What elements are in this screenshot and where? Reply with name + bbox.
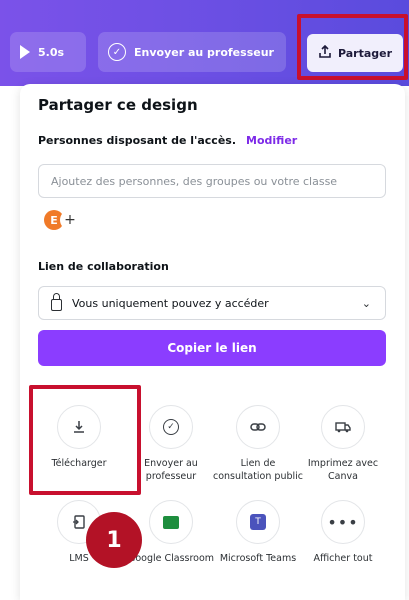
truck-icon xyxy=(321,405,365,449)
send-to-teacher-button[interactable]: ✓ Envoyer au professeur xyxy=(98,32,286,72)
option-label: Afficher tout xyxy=(313,553,373,564)
share-label: Partager xyxy=(337,46,393,60)
share-button[interactable]: Partager xyxy=(307,34,403,72)
google-classroom-icon xyxy=(149,500,193,544)
add-people-placeholder: Ajoutez des personnes, des groupes ou vo… xyxy=(51,174,338,188)
download-highlight-box xyxy=(29,385,141,495)
play-icon xyxy=(20,45,30,59)
option-show-all[interactable]: ••• Afficher tout xyxy=(297,500,389,565)
editor-toolbar: 5.0s ✓ Envoyer au professeur Partager xyxy=(0,0,409,86)
check-circle-icon: ✓ xyxy=(108,43,126,61)
share-highlight-box: Partager xyxy=(297,14,408,80)
lock-icon xyxy=(51,292,62,311)
collab-access-select[interactable]: Vous uniquement pouvez y accéder ⌄ xyxy=(38,286,386,320)
copy-link-button[interactable]: Copier le lien xyxy=(38,330,386,366)
add-person-button[interactable]: + xyxy=(60,210,80,230)
option-public-link[interactable]: Lien de consultation public xyxy=(212,405,304,483)
link-icon xyxy=(236,405,280,449)
option-print[interactable]: Imprimez avec Canva xyxy=(297,405,389,483)
add-people-input[interactable]: Ajoutez des personnes, des groupes ou vo… xyxy=(38,164,386,198)
option-label: Google Classroom xyxy=(127,553,215,564)
play-duration: 5.0s xyxy=(38,45,65,59)
play-button[interactable]: 5.0s xyxy=(10,32,86,72)
copy-link-label: Copier le lien xyxy=(167,341,257,355)
more-icon: ••• xyxy=(321,500,365,544)
option-label: Lien de consultation public xyxy=(212,458,303,482)
option-label: Imprimez avec Canva xyxy=(307,458,379,482)
modify-access-link[interactable]: Modifier xyxy=(246,134,297,147)
option-label: Microsoft Teams xyxy=(219,553,297,564)
chevron-down-icon: ⌄ xyxy=(361,297,371,310)
access-row: Personnes disposant de l'accès. Modifier xyxy=(38,134,297,147)
collab-link-label: Lien de collaboration xyxy=(38,260,169,273)
teams-icon: T xyxy=(236,500,280,544)
upload-icon xyxy=(318,44,332,62)
option-teams[interactable]: T Microsoft Teams xyxy=(212,500,304,565)
step-badge: 1 xyxy=(86,512,142,568)
send-to-teacher-label: Envoyer au professeur xyxy=(134,45,274,59)
collab-access-value: Vous uniquement pouvez y accéder xyxy=(72,296,269,310)
access-label: Personnes disposant de l'accès. xyxy=(38,134,237,147)
panel-title: Partager ce design xyxy=(38,96,198,114)
check-circle-icon: ✓ xyxy=(149,405,193,449)
